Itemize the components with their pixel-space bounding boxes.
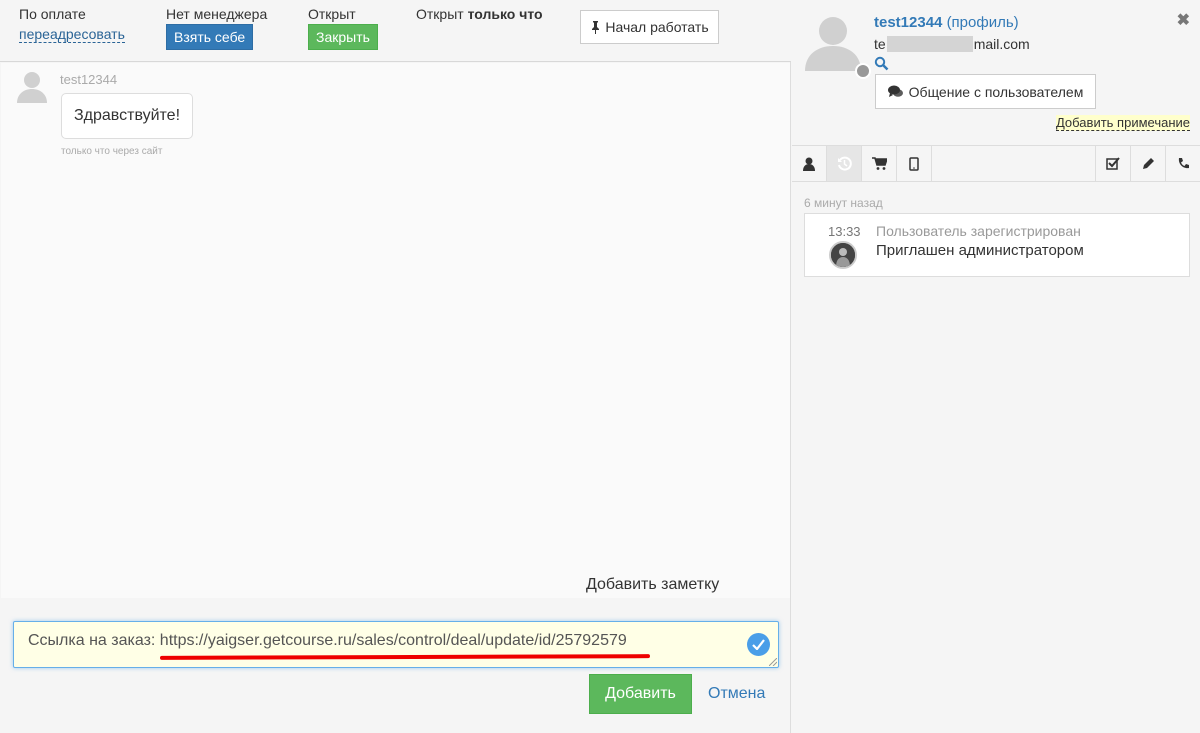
email-redaction	[886, 36, 973, 52]
message-author: test12344	[60, 72, 118, 87]
chat-with-user-label: Общение с пользователем	[908, 83, 1084, 100]
chat-with-user-button[interactable]: Общение с пользователем	[875, 74, 1096, 109]
manager-column: Нет менеджера Взять себе	[166, 6, 267, 50]
event-title: Пользователь зарегистрирован	[876, 223, 1081, 239]
message-input-text: Ссылка на заказ: https://yaigser.getcour…	[28, 632, 627, 649]
conversation-pane: По оплате переадресовать Нет менеджера В…	[0, 0, 791, 733]
email-prefix: te	[874, 36, 886, 52]
resize-handle-icon[interactable]	[769, 658, 777, 666]
manager-label: Нет менеджера	[166, 6, 268, 22]
add-button[interactable]: Добавить	[589, 674, 692, 714]
history-icon	[837, 156, 852, 171]
start-work-button[interactable]: Начал работать	[580, 10, 719, 44]
status-label: Открыт	[308, 6, 356, 22]
cancel-link[interactable]: Отмена	[708, 685, 765, 703]
task-icon	[1105, 157, 1120, 170]
tab-cart[interactable]	[862, 146, 897, 181]
opened-info: Открыт только что	[416, 6, 543, 22]
history-event: 13:33 Пользователь зарегистрирован Пригл…	[804, 213, 1190, 277]
take-button[interactable]: Взять себе	[166, 24, 254, 50]
opened-prefix: Открыт	[416, 6, 464, 22]
cart-icon	[871, 157, 887, 170]
tab-edit[interactable]	[1130, 146, 1165, 181]
profile-link[interactable]: (профиль)	[947, 14, 1019, 31]
comments-icon	[887, 85, 903, 97]
message-meta: только что через сайт	[61, 146, 163, 157]
profile-avatar-icon	[805, 17, 861, 71]
phone-icon	[1178, 158, 1189, 169]
conversation-toolbar: По оплате переадресовать Нет менеджера В…	[0, 0, 791, 62]
tab-tasks[interactable]	[1095, 146, 1130, 181]
tab-history[interactable]	[827, 146, 862, 181]
message-bubble: Здравствуйте!	[61, 93, 194, 139]
payment-column: По оплате переадресовать	[19, 6, 125, 43]
email-suffix: mail.com	[973, 36, 1030, 52]
profile-tabs	[792, 145, 1200, 182]
chat-area: test12344 Здравствуйте! только что через…	[1, 63, 790, 598]
online-status-indicator	[855, 63, 871, 79]
user-avatar-icon	[17, 72, 47, 103]
profile-name: test12344 (профиль)	[874, 14, 1019, 31]
redirect-link[interactable]: переадресовать	[19, 26, 125, 43]
tab-user[interactable]	[792, 146, 827, 181]
mobile-icon	[909, 156, 919, 171]
tab-mobile[interactable]	[897, 146, 932, 181]
pin-icon	[592, 20, 600, 34]
red-underline-annotation	[159, 654, 651, 660]
admin-avatar	[829, 241, 857, 269]
event-description: Приглашен администратором	[876, 242, 1084, 259]
tab-phone[interactable]	[1165, 146, 1200, 181]
pencil-icon	[1142, 158, 1154, 169]
close-ticket-button[interactable]: Закрыть	[308, 24, 378, 50]
add-annotation-link[interactable]: Добавить примечание	[1055, 115, 1190, 131]
close-icon[interactable]: ✖	[1177, 10, 1190, 30]
profile-email: te mail.com	[874, 36, 1030, 52]
search-icon[interactable]	[874, 56, 889, 71]
payment-label: По оплате	[19, 6, 86, 22]
spellcheck-icon[interactable]	[747, 633, 770, 656]
user-icon	[803, 157, 815, 171]
event-time: 13:33	[828, 224, 861, 239]
add-note-link[interactable]: Добавить заметку	[586, 576, 719, 594]
opened-time: только что	[467, 6, 543, 22]
status-column: Открыт Закрыть	[308, 6, 378, 50]
profile-username[interactable]: test12344	[874, 14, 942, 31]
user-panel: test12344 (профиль) te mail.com ✖ Общение…	[792, 0, 1200, 733]
start-work-label: Начал работать	[605, 19, 709, 35]
history-time-ago: 6 минут назад	[804, 196, 883, 210]
message-input[interactable]: Ссылка на заказ: https://yaigser.getcour…	[13, 621, 779, 668]
